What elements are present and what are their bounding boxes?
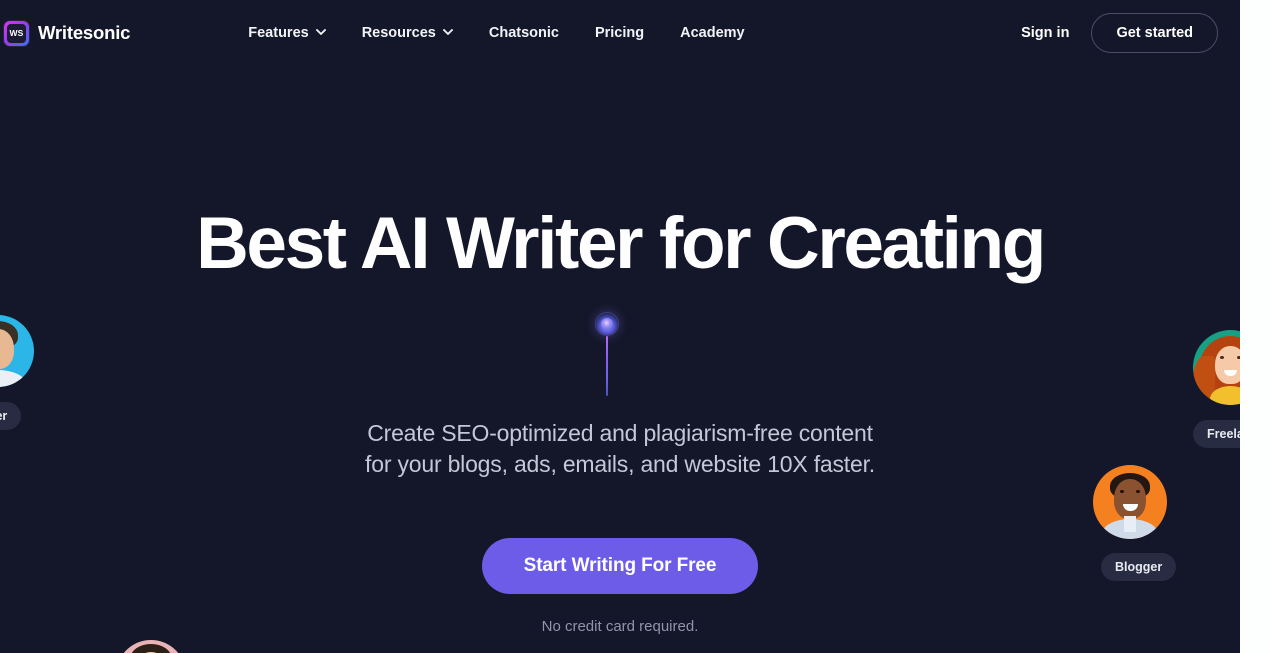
writesonic-logo-icon: WS [4, 20, 29, 46]
nav-item-pricing[interactable]: Pricing [577, 19, 662, 47]
chevron-down-icon [315, 27, 326, 37]
brand-name: Writesonic [38, 22, 131, 43]
browser-viewport: WS Writesonic Features Resources Chatson… [0, 0, 1270, 653]
avatar [1093, 465, 1167, 539]
sign-in-link[interactable]: Sign in [1021, 25, 1069, 41]
avatar-portrait [1193, 330, 1240, 405]
hero-subheadline: Create SEO-optimized and plagiarism-free… [0, 418, 1240, 480]
nav-item-chatsonic[interactable]: Chatsonic [471, 19, 577, 47]
hero-cta-container: Start Writing For Free [0, 538, 1240, 594]
start-writing-for-free-button[interactable]: Start Writing For Free [481, 538, 759, 594]
persona-blogger[interactable]: Blogger [1093, 465, 1177, 581]
nav-item-label: Chatsonic [488, 25, 559, 41]
hero-section: Best AI Writer for Creating Create SEO-o… [0, 0, 1240, 653]
avatar [0, 315, 34, 387]
hero-subheadline-line-1: Create SEO-optimized and plagiarism-free… [367, 420, 873, 446]
page-content: WS Writesonic Features Resources Chatson… [0, 0, 1240, 653]
persona-copywriter[interactable]: Copywriter [0, 315, 34, 430]
avatar-portrait [1093, 465, 1167, 539]
ai-cursor-indicator [596, 313, 618, 396]
avatar-portrait [116, 640, 186, 653]
brand-logo[interactable]: WS Writesonic [4, 20, 131, 46]
nav-item-label: Pricing [594, 25, 645, 41]
nav-item-resources[interactable]: Resources [344, 19, 471, 47]
persona-tag: Freelancer [1193, 420, 1240, 448]
avatar [116, 640, 186, 653]
brand-mark-text: WS [9, 28, 24, 38]
header-actions: Sign in Get started [1021, 13, 1218, 53]
persona-marketer[interactable]: Marketer [116, 640, 186, 653]
nav-item-label: Resources [361, 25, 436, 41]
primary-navigation: Features Resources Chatsonic Pricing Aca… [230, 19, 762, 47]
avatar [1193, 330, 1240, 405]
nav-item-label: Academy [680, 25, 745, 41]
no-credit-card-note: No credit card required. [541, 618, 699, 635]
avatar-portrait [0, 315, 34, 387]
ai-orb-icon [596, 313, 618, 335]
text-cursor-beam [606, 336, 608, 396]
get-started-button[interactable]: Get started [1091, 13, 1218, 53]
nav-item-label: Features [248, 25, 309, 41]
page-right-gutter [1240, 0, 1270, 653]
persona-freelancer[interactable]: Freelancer [1193, 330, 1240, 448]
persona-tag: Blogger [1101, 553, 1177, 581]
hero-subheadline-line-2: for your blogs, ads, emails, and website… [365, 451, 875, 477]
site-header: WS Writesonic Features Resources Chatson… [0, 0, 1240, 66]
chevron-down-icon [442, 27, 453, 37]
nav-item-features[interactable]: Features [230, 19, 343, 47]
nav-item-academy[interactable]: Academy [662, 19, 762, 47]
hero-headline: Best AI Writer for Creating [196, 203, 1046, 284]
